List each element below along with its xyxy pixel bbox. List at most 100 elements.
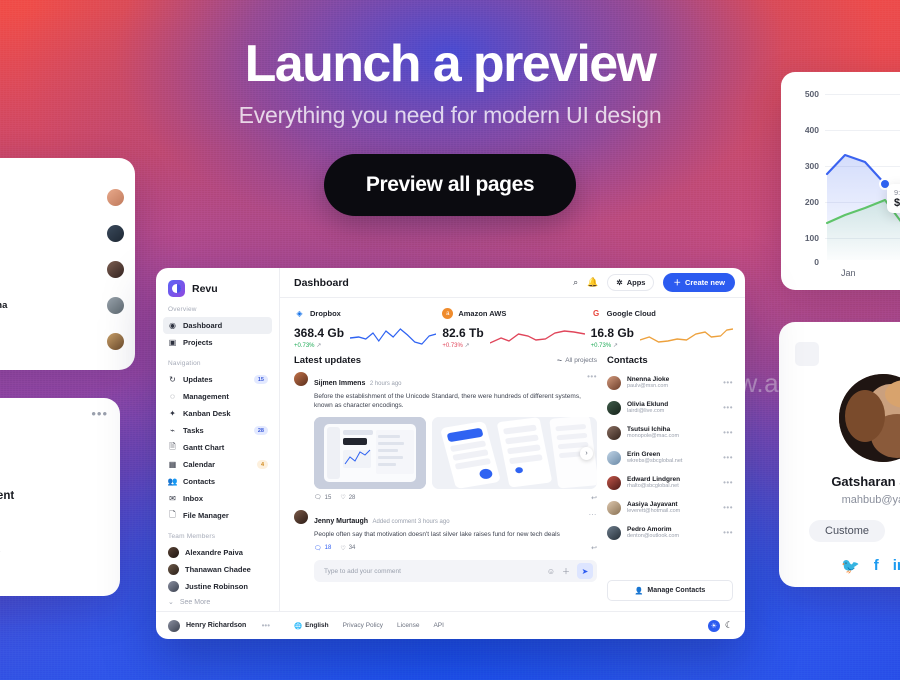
emoji-icon[interactable]: ☺ bbox=[547, 567, 555, 576]
comment-count[interactable]: 🗨 15 bbox=[314, 494, 331, 502]
list-item[interactable]: tor.ai bbox=[0, 254, 124, 284]
comment-count[interactable]: 🗨 18 bbox=[314, 545, 331, 552]
post-author: Sijmen Immens bbox=[314, 380, 366, 387]
contact-row[interactable]: Pedro Amorim denton@outlook.com ••• bbox=[607, 520, 733, 545]
sidebar-section-label: Navigation bbox=[168, 360, 201, 367]
language-selector[interactable]: 🌐 English bbox=[294, 622, 329, 630]
sidebar-item-management[interactable]: ◌ Management bbox=[163, 388, 272, 405]
contact-menu-button[interactable]: ••• bbox=[723, 528, 733, 537]
dashboard-footer: Henry Richardson ••• 🌐 English Privacy P… bbox=[156, 611, 745, 639]
footer-user-menu[interactable]: ••• bbox=[262, 621, 270, 630]
create-new-button[interactable]: ＋ Create new bbox=[663, 273, 735, 292]
sidebar-section-label: Overview bbox=[168, 306, 197, 313]
apps-button[interactable]: ✲ Apps bbox=[607, 274, 655, 291]
sun-icon[interactable]: ☀ bbox=[707, 619, 720, 632]
comment-input-bar[interactable]: Type to add your comment ☺ ＋ ➤ bbox=[314, 560, 597, 583]
contact-menu-button[interactable]: ••• bbox=[723, 403, 733, 412]
calendar-icon: ▦ bbox=[168, 460, 177, 469]
team-member[interactable]: Alexandre Paiva bbox=[163, 544, 272, 561]
post-menu-button[interactable]: ⋯ bbox=[589, 510, 598, 519]
reply-button[interactable]: ↩ bbox=[591, 494, 597, 502]
sidebar-item-dashboard[interactable]: ◉ Dashboard bbox=[163, 317, 272, 334]
status-badge: 28 bbox=[253, 426, 268, 435]
search-icon[interactable]: ⌕ bbox=[573, 277, 578, 288]
project-menu-button[interactable]: ••• bbox=[91, 406, 108, 421]
file-name: e for team.figma bbox=[0, 299, 8, 311]
sidebar-item-tasks[interactable]: ⌁ Tasks 28 bbox=[163, 422, 272, 439]
stat-delta: +0.73% ↗ bbox=[590, 343, 618, 349]
api-link[interactable]: API bbox=[433, 622, 443, 629]
language-label: English bbox=[305, 622, 329, 629]
contact-menu-button[interactable]: ••• bbox=[723, 453, 733, 462]
next-media-button[interactable]: › bbox=[580, 446, 593, 460]
theme-toggle[interactable]: ☀ ☾ bbox=[707, 619, 733, 632]
stat-card-google-cloud[interactable]: G Google Cloud 16.8 Gb +0.73% ↗ bbox=[591, 308, 733, 349]
manage-contacts-button[interactable]: 👤 Manage Contacts bbox=[607, 580, 733, 601]
contact-row[interactable]: Nnenna Jioke paulv@msn.com ••• bbox=[607, 370, 733, 395]
contact-menu-button[interactable]: ••• bbox=[723, 428, 733, 437]
list-item[interactable]: lsx bbox=[0, 326, 124, 356]
sidebar-item-calendar[interactable]: ▦ Calendar 4 bbox=[163, 456, 272, 473]
list-item[interactable]: templates.psd bbox=[0, 218, 124, 248]
status-badge: 4 bbox=[256, 460, 268, 469]
sidebar-item-label: Projects bbox=[183, 338, 213, 347]
contact-row[interactable]: Edward Lindgren rhalto@sbcglobal.net ••• bbox=[607, 470, 733, 495]
contact-menu-button[interactable]: ••• bbox=[723, 478, 733, 487]
team-member[interactable]: Justine Robinson bbox=[163, 578, 272, 595]
media-thumbnail[interactable]: › bbox=[432, 416, 597, 489]
team-member-name: Thanawan Chadee bbox=[185, 565, 251, 574]
bell-icon[interactable]: 🔔 bbox=[587, 277, 598, 288]
comment-input[interactable]: Type to add your comment bbox=[324, 568, 547, 575]
reply-button[interactable]: ↩ bbox=[591, 544, 597, 552]
sidebar: Revu Overview ◉ Dashboard ▣ Projects Nav… bbox=[156, 268, 280, 611]
contact-row[interactable]: Erin Green wkrebs@sbcglobal.net ••• bbox=[607, 445, 733, 470]
post-reactions: 🗨 18 ♡ 34 ↩ bbox=[314, 544, 597, 552]
post-menu-button[interactable]: ••• bbox=[587, 372, 597, 381]
list-item[interactable]: e for team.figma bbox=[0, 290, 124, 320]
contact-menu-button[interactable]: ••• bbox=[723, 503, 733, 512]
sidebar-item-inbox[interactable]: ✉ Inbox bbox=[163, 490, 272, 507]
sidebar-item-label: Dashboard bbox=[183, 321, 223, 330]
contact-name: Aasiya Jayavant bbox=[627, 501, 678, 508]
like-count[interactable]: ♡ 34 bbox=[340, 545, 355, 552]
moon-icon[interactable]: ☾ bbox=[725, 620, 733, 631]
profile-email: mahbub@yaho bbox=[841, 494, 900, 506]
brand-name: Revu bbox=[192, 282, 218, 295]
contact-email: leverett@hotmail.com bbox=[627, 508, 681, 514]
linkedin-icon[interactable]: in bbox=[893, 557, 900, 575]
send-icon[interactable]: ➤ bbox=[577, 563, 593, 580]
stat-card-dropbox[interactable]: ◈ Dropbox 368.4 Gb +0.73% ↗ bbox=[294, 308, 437, 349]
privacy-policy-link[interactable]: Privacy Policy bbox=[343, 622, 383, 629]
sidebar-item-updates[interactable]: ↻ Updates 15 bbox=[163, 371, 272, 388]
sidebar-item-projects[interactable]: ▣ Projects bbox=[163, 334, 272, 351]
avatar bbox=[607, 400, 621, 415]
sidebar-item-kanban-desk[interactable]: ✦ Kanban Desk bbox=[163, 405, 272, 422]
license-link[interactable]: License bbox=[397, 622, 419, 629]
plus-icon[interactable]: ＋ bbox=[562, 566, 570, 577]
contact-row[interactable]: Aasiya Jayavant leverett@hotmail.com ••• bbox=[607, 495, 733, 520]
facebook-icon[interactable]: f bbox=[874, 557, 879, 575]
avatar bbox=[168, 581, 179, 592]
chevron-down-icon: ⌄ bbox=[168, 599, 174, 606]
all-projects-filter[interactable]: ⏦ All projects bbox=[557, 357, 597, 365]
sidebar-item-contacts[interactable]: 👥 Contacts bbox=[163, 473, 272, 490]
contact-row[interactable]: Tsutsui Ichiha monopole@mac.com ••• bbox=[607, 420, 733, 445]
contact-row[interactable]: Olivia Eklund lairdi@live.com ••• bbox=[607, 395, 733, 420]
team-member[interactable]: Thanawan Chadee bbox=[163, 561, 272, 578]
media-thumbnail[interactable] bbox=[314, 416, 426, 489]
footer-user[interactable]: Henry Richardson ••• bbox=[156, 619, 280, 632]
contacts-panel: Contacts Nnenna Jioke paulv@msn.com ••• … bbox=[607, 355, 733, 611]
contact-name: Pedro Amorim bbox=[627, 526, 672, 533]
sidebar-item-gantt-chart[interactable]: 🗎 Gantt Chart bbox=[163, 439, 272, 456]
contact-menu-button[interactable]: ••• bbox=[723, 378, 733, 387]
like-count[interactable]: ♡ 28 bbox=[340, 494, 355, 502]
sidebar-item-label: Gantt Chart bbox=[183, 443, 225, 452]
stat-card-amazon-aws[interactable]: a Amazon AWS 82.6 Tb +0.73% ↗ bbox=[442, 308, 585, 349]
preview-all-pages-button[interactable]: Preview all pages bbox=[323, 154, 577, 217]
sidebar-item-file-manager[interactable]: 🗋 File Manager bbox=[163, 507, 272, 524]
contact-email: rhalto@sbcglobal.net bbox=[627, 483, 679, 489]
brand-logo[interactable]: Revu bbox=[156, 278, 279, 297]
sidebar-item-label: Kanban Desk bbox=[183, 409, 231, 418]
see-more-button[interactable]: ⌄ See More bbox=[163, 598, 272, 607]
twitter-icon[interactable]: 🐦 bbox=[841, 557, 860, 575]
